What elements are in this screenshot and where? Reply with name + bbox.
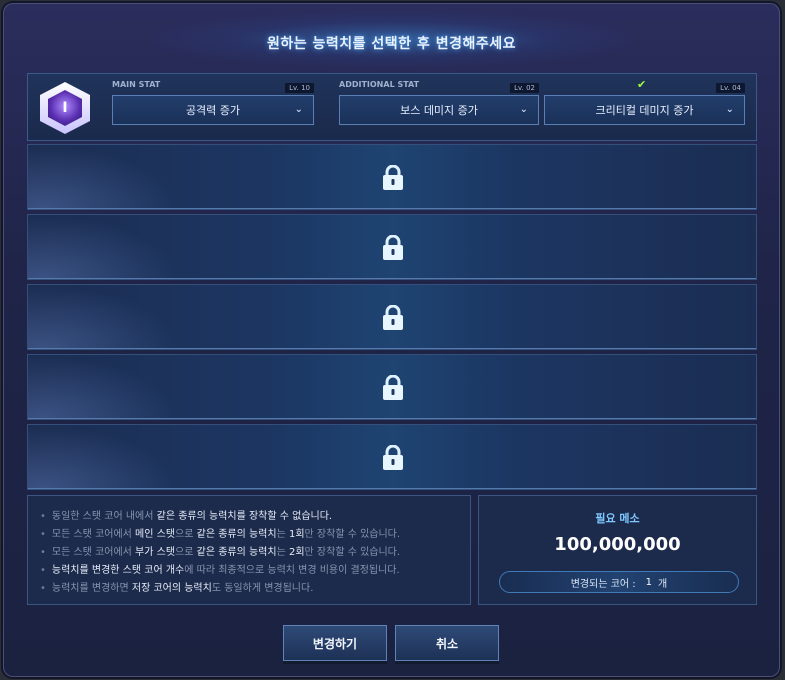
note-item: • 모든 스탯 코어에서 부가 스탯으로 같은 종류의 능력치는 2회만 장착할 … [40,547,401,558]
chevron-down-icon: ⌄ [294,104,303,115]
note-item: • 모든 스탯 코어에서 메인 스탯으로 같은 종류의 능력치는 1회만 장착할 … [40,529,401,540]
dialog-title: 원하는 능력치를 선택한 후 변경해주세요 [267,36,516,52]
additional-stat-level: Lv. 02 [510,83,539,93]
note-item: • 능력치를 변경하면 저장 코어의 능력치도 동일하게 변경됩니다. [40,583,314,594]
lock-icon [383,165,403,190]
main-stat-label: MAIN STAT [112,80,161,89]
third-stat-column: ✔ Lv. 04 크리티컬 데미지 증가 ⌄ [544,78,745,130]
third-stat-level: Lv. 04 [716,83,745,93]
lock-icon [383,235,403,260]
changed-cores-number: 1 [645,576,653,588]
core-change-dialog: 원하는 능력치를 선택한 후 변경해주세요 Ⅰ MAIN STAT Lv. 10… [3,3,780,677]
main-stat-level: Lv. 10 [285,83,314,93]
additional-stat-column: ADDITIONAL STAT Lv. 02 보스 데미지 증가 ⌄ [339,80,539,130]
main-stat-value: 공격력 증가 [185,104,241,117]
locked-slot-3 [27,284,757,350]
meso-cost-panel: 필요 메소 100,000,000 변경되는 코어 : 1 개 [478,495,757,605]
meso-value: 100,000,000 [554,534,681,555]
third-stat-dropdown[interactable]: 크리티컬 데미지 증가 ⌄ [544,95,745,125]
core-icon: Ⅰ [40,82,90,134]
changed-cores-label: 변경되는 코어 : [570,578,636,590]
changed-cores-count: 변경되는 코어 : 1 개 [499,571,739,593]
info-notes-panel: • 동일한 스탯 코어 내에서 같은 종류의 능력치를 장착할 수 없습니다. •… [27,495,471,605]
note-item: • 능력치를 변경한 스탯 코어 개수에 따라 최종적으로 능력치 변경 비용이 … [40,565,400,576]
third-stat-value: 크리티컬 데미지 증가 [595,104,694,117]
stat-selection-row: Ⅰ MAIN STAT Lv. 10 공격력 증가 ⌄ ADDITIONAL S… [27,73,757,141]
chevron-down-icon: ⌄ [725,104,734,115]
chevron-down-icon: ⌄ [519,104,528,115]
locked-slot-4 [27,354,757,420]
confirm-change-button[interactable]: 변경하기 [283,625,387,661]
locked-slot-2 [27,214,757,280]
locked-slot-5 [27,424,757,490]
additional-stat-dropdown[interactable]: 보스 데미지 증가 ⌄ [339,95,539,125]
main-stat-dropdown[interactable]: 공격력 증가 ⌄ [112,95,314,125]
additional-stat-label: ADDITIONAL STAT [339,80,420,89]
check-icon: ✔ [637,78,647,91]
cancel-button[interactable]: 취소 [395,625,499,661]
locked-slot-1 [27,144,757,210]
lock-icon [383,305,403,330]
lock-icon [383,445,403,470]
main-stat-column: MAIN STAT Lv. 10 공격력 증가 ⌄ [112,80,314,130]
lock-icon [383,375,403,400]
changed-cores-unit: 개 [658,578,668,590]
additional-stat-value: 보스 데미지 증가 [400,104,478,117]
meso-title: 필요 메소 [595,512,640,525]
note-item: • 동일한 스탯 코어 내에서 같은 종류의 능력치를 장착할 수 없습니다. [40,511,333,522]
